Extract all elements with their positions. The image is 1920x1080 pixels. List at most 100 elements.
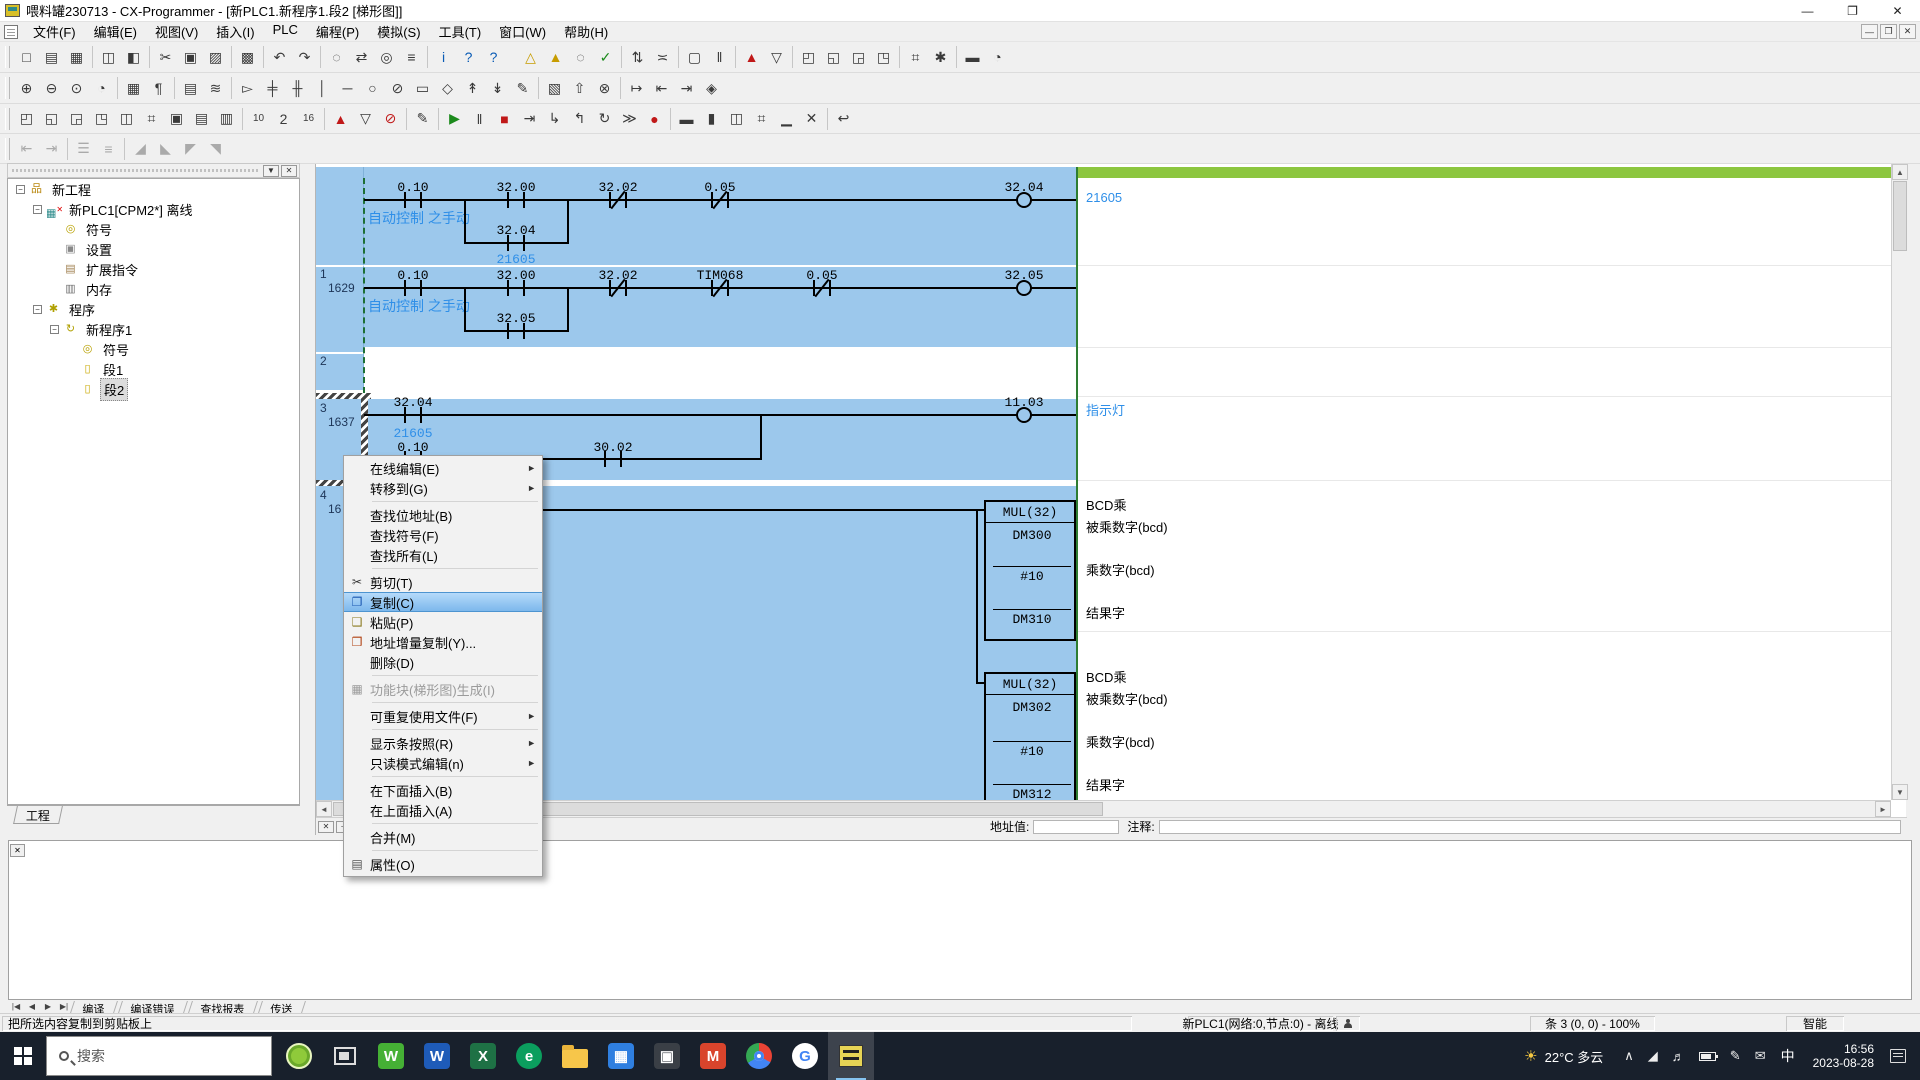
previous-icon[interactable]: ⇤ [649,76,674,100]
contact-no[interactable] [404,407,422,423]
mnemonics-view-icon[interactable]: ≋ [203,76,228,100]
menu-文件(F)[interactable]: 文件(F) [24,20,85,43]
zoom-selection-icon[interactable]: ⊙ [64,76,89,100]
vertical-scrollbar[interactable]: ▲ ▼ [1891,164,1907,800]
list-view-icon[interactable]: ☰ [71,137,96,161]
find-replace-icon[interactable]: ⇄ [349,45,374,69]
new-contact-icon[interactable]: ╪ [260,76,285,100]
minimize-all-icon[interactable]: ▁ [774,107,799,131]
compile-icon[interactable]: △ [518,45,543,69]
zoom-out-icon[interactable]: ⊖ [39,76,64,100]
local-symbols-icon[interactable]: ▣ [164,107,189,131]
cut-icon[interactable]: ✂ [153,45,178,69]
step-in-icon[interactable]: ↳ [542,107,567,131]
mail-app-icon[interactable]: M [690,1032,736,1080]
minimize-button[interactable]: — [1785,0,1830,21]
taskbar-clock[interactable]: 16:56 2023-08-28 [1813,1042,1874,1070]
open-icon[interactable]: ▤ [39,45,64,69]
context-menu-item-转移到(G)[interactable]: 转移到(G)► [344,478,542,498]
context-menu-item-功能块(梯形图)生成(I)[interactable]: ▦功能块(梯形图)生成(I) [344,679,542,699]
output-coil[interactable] [1016,407,1032,423]
g-app-icon[interactable]: G [782,1032,828,1080]
diff-2-icon[interactable]: ◣ [153,137,178,161]
context-menu-item-在上面插入(A)[interactable]: 在上面插入(A) [344,800,542,820]
paste-rung-icon[interactable]: ▩ [235,45,260,69]
compile-all-icon[interactable]: ▲ [543,45,568,69]
window-output-icon[interactable]: ◱ [821,45,846,69]
context-menu-item-显示条按照(R)[interactable]: 显示条按照(R)► [344,733,542,753]
contact-no[interactable] [507,235,525,251]
notification-center-icon[interactable] [1890,1049,1906,1063]
context-menu-item-在下面插入(B)[interactable]: 在下面插入(B) [344,780,542,800]
window-project-icon[interactable]: ◰ [796,45,821,69]
operand[interactable]: #10 [993,741,1071,759]
expand-icon[interactable]: − [16,185,25,194]
panel-close-icon[interactable]: ✕ [281,165,297,177]
tree-item-符号[interactable]: ◎符号 [8,339,299,359]
menu-编辑(E)[interactable]: 编辑(E) [85,20,146,43]
context-menu-item-可重复使用文件(F)[interactable]: 可重复使用文件(F)► [344,706,542,726]
program-check-icon[interactable]: ✓ [593,45,618,69]
project-window-icon[interactable]: ◲ [64,107,89,131]
new-icon[interactable]: □ [14,45,39,69]
file-explorer-icon[interactable] [552,1032,598,1080]
restore-button[interactable]: ❐ [1830,0,1875,21]
symbol-table-icon[interactable]: ▤ [178,76,203,100]
close-all-icon[interactable]: ✕ [799,107,824,131]
context-menu-item-查找符号(F)[interactable]: 查找符号(F) [344,525,542,545]
operand[interactable]: #10 [993,566,1071,584]
context-menu-item-查找所有(L)[interactable]: 查找所有(L) [344,545,542,565]
ladder-editor[interactable]: 1 1629 2 3 1637 4 16 0.10 32.00 32.02 0.… [315,164,1906,835]
operand[interactable]: DM310 [993,609,1071,627]
battery-icon[interactable] [1699,1052,1716,1061]
context-menu-item-地址增量复制(Y)...[interactable]: ❒地址增量复制(Y)... [344,632,542,652]
tree-item-段2[interactable]: ▯段2 [8,379,299,399]
expand-icon[interactable]: − [33,205,42,214]
force-reset-icon[interactable]: ▽ [353,107,378,131]
scroll-left-icon[interactable]: ◄ [316,801,332,817]
menu-帮助(H)[interactable]: 帮助(H) [555,20,617,43]
task-view-icon[interactable] [322,1032,368,1080]
zoom-in-icon[interactable]: ⊕ [14,76,39,100]
scroll-up-icon[interactable]: ▲ [1892,164,1908,180]
expand-icon[interactable]: − [33,305,42,314]
tennis-app-icon[interactable] [276,1032,322,1080]
new-coil-icon[interactable]: ○ [360,76,385,100]
output-symbol-label[interactable]: 21605 [1086,190,1122,205]
context-menu-item-查找位地址(B)[interactable]: 查找位地址(B) [344,505,542,525]
blue-grid-app-icon[interactable]: ▦ [598,1032,644,1080]
address-reference-icon[interactable]: ▤ [189,107,214,131]
contact-nc[interactable] [711,280,729,296]
force-on-icon[interactable]: ▲ [739,45,764,69]
indent-right-icon[interactable]: ⇥ [39,137,64,161]
monitor-window-icon[interactable]: ▥ [214,107,239,131]
print-icon[interactable]: ◫ [96,45,121,69]
scroll-right-icon[interactable]: ► [1875,801,1891,817]
copy-icon[interactable]: ▣ [178,45,203,69]
mail-tray-icon[interactable]: ✉ [1755,1048,1766,1064]
address-value-field[interactable] [1033,820,1119,834]
stop-mode-icon[interactable]: ■ [492,107,517,131]
project-panel-header[interactable]: ▼ ✕ [7,163,300,178]
contact-nc[interactable] [609,192,627,208]
undo-icon[interactable]: ↶ [267,45,292,69]
diff-up-icon[interactable]: ↟ [460,76,485,100]
context-menu-item-粘贴(P)[interactable]: ❑粘贴(P) [344,612,542,632]
menu-窗口(W)[interactable]: 窗口(W) [490,20,555,43]
tree-item-符号[interactable]: ◎符号 [8,219,299,239]
watch-window-icon[interactable]: ◫ [114,107,139,131]
binary-view-icon[interactable]: 2 [271,107,296,131]
hex-view-icon[interactable]: 16 [296,107,321,131]
context-menu-item-剪切(T)[interactable]: ✂剪切(T) [344,572,542,592]
diff-3-icon[interactable]: ◤ [178,137,203,161]
scan-run-icon[interactable]: ≫ [617,107,642,131]
context-menu-item-复制(C)[interactable]: ❐复制(C) [344,592,542,612]
horizontal-line-icon[interactable]: ─ [335,76,360,100]
diff-4-icon[interactable]: ◥ [203,137,228,161]
select-tool-icon[interactable]: ▻ [235,76,260,100]
tab-nav-icon[interactable]: ▶| [56,1002,72,1011]
rung-comment-text[interactable]: 自动控制 之手动 [368,208,470,228]
operand[interactable]: DM302 [993,698,1071,715]
new-closed-contact-icon[interactable]: ╫ [285,76,310,100]
mdi-close-button[interactable]: ✕ [1899,24,1916,39]
